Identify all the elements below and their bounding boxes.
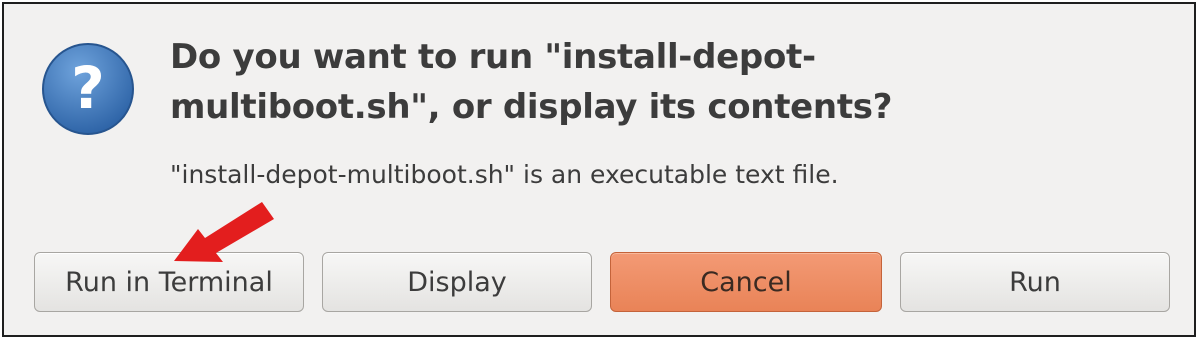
display-button[interactable]: Display — [322, 252, 592, 312]
question-icon: ? — [42, 43, 134, 135]
cancel-label: Cancel — [700, 266, 792, 298]
run-button[interactable]: Run — [900, 252, 1170, 312]
red-arrow-annotation-icon — [174, 202, 274, 262]
display-label: Display — [407, 266, 507, 298]
dialog-title: Do you want to run "install-depot-multib… — [170, 37, 893, 127]
run-script-dialog: ? Do you want to run "install-depot-mult… — [2, 2, 1196, 337]
cancel-button[interactable]: Cancel — [610, 252, 882, 312]
question-icon-glyph: ? — [71, 54, 105, 122]
dialog-message: "install-depot-multiboot.sh" is an execu… — [170, 160, 839, 189]
run-label: Run — [1009, 266, 1061, 298]
